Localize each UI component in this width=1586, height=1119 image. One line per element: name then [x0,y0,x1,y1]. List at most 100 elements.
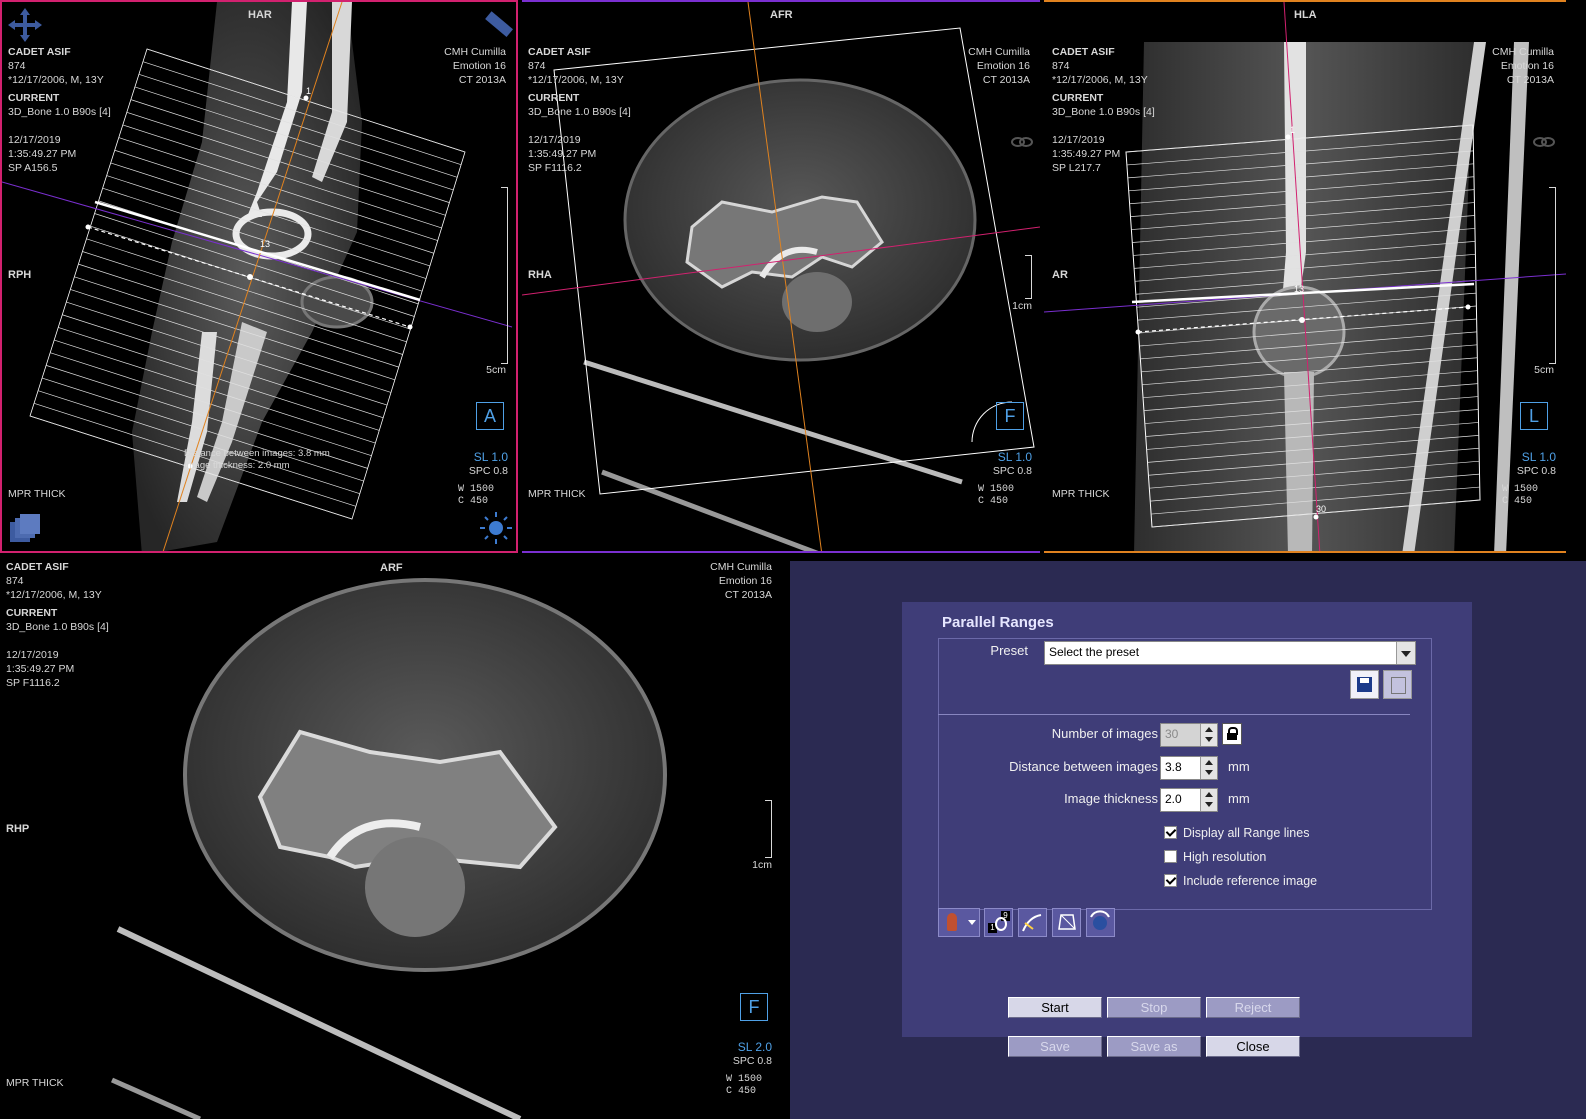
high-resolution-checkbox[interactable]: High resolution [1164,850,1266,864]
viewport-top-right[interactable]: 1 13 30 HLA AR CADET ASIF 874 *12/17/200… [1044,0,1566,553]
reject-button[interactable]: Reject [1206,997,1300,1018]
start-button[interactable]: Start [1008,997,1102,1018]
orientation-top-label: HLA [1294,9,1317,21]
patient-name: CADET ASIF [8,46,71,58]
num-images-field[interactable]: 30 [1160,723,1218,747]
orientation-left-label: AR [1052,269,1068,281]
svg-text:1: 1 [306,86,311,96]
distance-label: Distance between images [1009,759,1158,774]
patient-dob: *12/17/2006, M, 13Y [6,589,102,601]
patient-dob: *12/17/2006, M, 13Y [1052,74,1148,86]
move-arrows-icon[interactable] [6,6,44,44]
svg-text:13: 13 [260,239,270,249]
thickness-field[interactable]: 2.0 [1160,788,1218,812]
series-desc: 3D_Bone 1.0 B90s [4] [6,621,109,633]
slice-thickness: SL 1.0 [997,450,1032,464]
study-status: CURRENT [528,92,580,104]
patient-name: CADET ASIF [6,561,69,573]
scanner: Emotion 16 [1500,60,1554,72]
preset-label: Preset [990,643,1028,658]
include-reference-checkbox[interactable]: Include reference image [1164,874,1317,888]
series-desc: 3D_Bone 1.0 B90s [4] [528,106,631,118]
stack-icon[interactable] [6,510,42,546]
dialog-title: Parallel Ranges [942,614,1054,631]
viewport-top-middle[interactable]: AFR RHA CADET ASIF 874 *12/17/2006, M, 1… [522,0,1040,553]
patient-dob: *12/17/2006, M, 13Y [528,74,624,86]
checkbox-box[interactable] [1164,874,1177,887]
cube-icon[interactable] [1052,908,1081,937]
stop-button[interactable]: Stop [1107,997,1201,1018]
render-mode: MPR THICK [1052,488,1110,500]
scale-label: 1cm [752,859,772,871]
checkbox-label: Display all Range lines [1183,826,1310,840]
window-center: C 450 [726,1086,757,1097]
link-icon[interactable] [1011,136,1033,148]
delete-preset-icon[interactable] [1383,670,1412,699]
brightness-icon[interactable] [478,510,514,546]
study-status: CURRENT [6,607,58,619]
viewport-bottom-left[interactable]: ARF RHP CADET ASIF 874 *12/17/2006, M, 1… [0,557,786,1119]
window-center: C 450 [978,496,1009,507]
svg-text:13: 13 [1294,284,1304,294]
scanner: Emotion 16 [718,575,772,587]
scale-label: 5cm [1534,364,1554,376]
orientation-cube-icon[interactable]: L [1520,402,1548,430]
thickness-label: Image thickness [1064,791,1158,806]
series-desc: 3D_Bone 1.0 B90s [4] [1052,106,1155,118]
scale-label: 1cm [1012,300,1032,312]
chevron-down-icon[interactable] [1396,642,1415,664]
orientation-top-label: AFR [770,9,793,21]
orientation-left-label: RHP [6,823,30,835]
close-button[interactable]: Close [1206,1036,1300,1057]
study-status: CURRENT [1052,92,1104,104]
orientation-left-label: RPH [8,269,32,281]
protocol: CT 2013A [724,589,772,601]
study-date: 12/17/2019 [8,134,61,146]
scale-bar [501,187,508,364]
study-status: CURRENT [8,92,60,104]
slice-thickness: SL 1.0 [1521,450,1556,464]
slice-position: SP L217.7 [1052,162,1101,174]
study-date: 12/17/2019 [528,134,581,146]
study-time: 1:35:49.27 PM [8,148,77,160]
study-time: 1:35:49.27 PM [1052,148,1121,160]
ruler-icon[interactable] [480,8,514,42]
thickness-unit: mm [1228,791,1250,806]
orientation-cube-icon[interactable]: F [740,993,768,1021]
lock-icon[interactable] [1222,723,1242,745]
orientation-cube-icon[interactable]: A [476,402,504,430]
checkbox-box[interactable] [1164,850,1177,863]
link-icon[interactable] [1533,136,1555,148]
display-range-lines-checkbox[interactable]: Display all Range lines [1164,826,1309,840]
save-button[interactable]: Save [1008,1036,1102,1057]
checkbox-label: High resolution [1183,850,1267,864]
viewport-top-left[interactable]: 1 13 HAR RPH CADET ASIF 874 *12/17/2006,… [0,0,518,553]
spacing: SPC 0.8 [1516,465,1556,477]
window-width: W 1500 [726,1074,763,1085]
patient-name: CADET ASIF [1052,46,1115,58]
checkbox-box[interactable] [1164,826,1177,839]
protocol: CT 2013A [982,74,1030,86]
window-center: C 450 [1502,496,1533,507]
orientation-cube-icon[interactable]: F [996,402,1024,430]
distance-field[interactable]: 3.8 [1160,756,1218,780]
distance-unit: mm [1228,759,1250,774]
scale-label: 5cm [486,364,506,376]
window-width: W 1500 [978,484,1015,495]
save-as-button[interactable]: Save as [1107,1036,1201,1057]
render-mode: MPR THICK [8,488,66,500]
range-count-icon[interactable]: 1 9 [984,908,1013,937]
preset-select[interactable]: Select the preset [1044,641,1416,665]
protocol: CT 2013A [458,74,506,86]
body-region-icon[interactable] [938,908,980,937]
curve-icon[interactable] [1018,908,1047,937]
orientation-top-label: ARF [380,562,403,574]
patient-id: 874 [6,575,24,587]
scanner: Emotion 16 [452,60,506,72]
axial-scan-large-image [110,578,667,1119]
save-preset-icon[interactable] [1350,670,1379,699]
spacing: SPC 0.8 [992,465,1032,477]
rotate-head-icon[interactable] [1086,908,1115,937]
study-date: 12/17/2019 [1052,134,1105,146]
institution: CMH Cumilla [1492,46,1554,58]
